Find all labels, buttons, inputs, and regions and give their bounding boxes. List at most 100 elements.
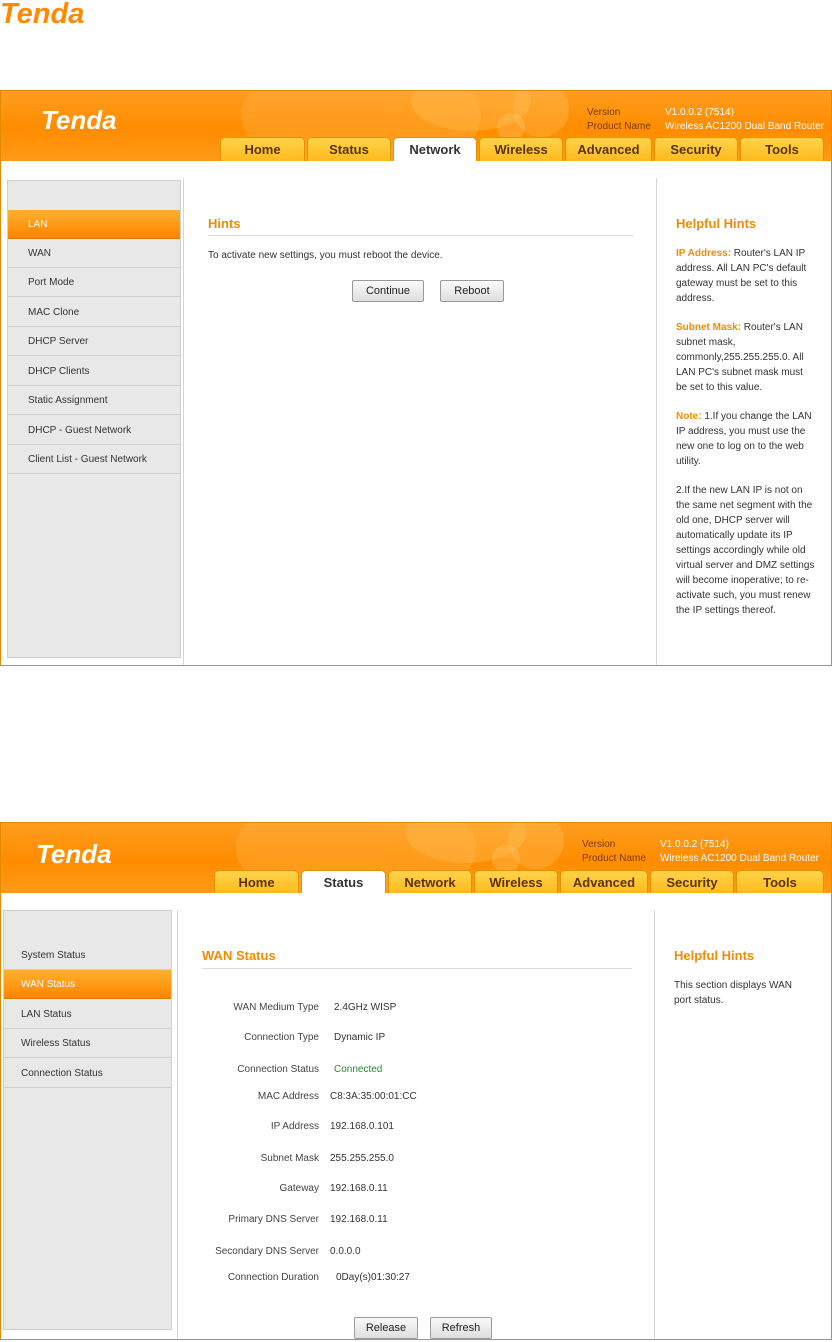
sidebar-item-lan[interactable]: LAN	[8, 210, 180, 239]
hint-subnet-mask: Subnet Mask: Router's LAN subnet mask, c…	[676, 320, 816, 395]
tab-status[interactable]: Status	[301, 870, 386, 893]
version-label: Version	[582, 839, 616, 850]
title-divider	[208, 235, 634, 236]
sidebar-item-label: Port Mode	[28, 277, 75, 288]
main-panel: Hints To activate new settings, you must…	[183, 178, 657, 665]
tab-advanced[interactable]: Advanced	[560, 870, 648, 893]
tenda-doc-logo: Tenda	[0, 0, 84, 28]
sidebar-item-mac-clone[interactable]: MAC Clone	[8, 298, 180, 327]
field-value: C8:3A:35:00:01:CC	[330, 1091, 417, 1102]
sidebar-item-lan-status[interactable]: LAN Status	[4, 1000, 171, 1029]
version-value: V1.0.0.2 (7514)	[665, 107, 734, 118]
version-label: Version	[587, 107, 621, 118]
tab-wireless[interactable]: Wireless	[479, 137, 563, 161]
field-value: 0Day(s)01:30:27	[336, 1272, 410, 1283]
field-value: 192.168.0.11	[330, 1214, 388, 1225]
field-value: 0.0.0.0	[330, 1246, 361, 1257]
sidebar-item-label: WAN	[28, 248, 51, 259]
sidebar-item-port-mode[interactable]: Port Mode	[8, 268, 180, 297]
field-label: WAN Medium Type	[233, 1002, 319, 1013]
field-value: 192.168.0.11	[330, 1183, 388, 1194]
page-title: WAN Status	[202, 948, 276, 963]
tab-security[interactable]: Security	[654, 137, 738, 161]
tab-tools[interactable]: Tools	[740, 137, 824, 161]
hint-body: 2.If the new LAN IP is not on the same n…	[676, 485, 815, 616]
header-banner: Tenda Version V1.0.0.2 (7514) Product Nam…	[1, 823, 831, 893]
field-label: MAC Address	[257, 1091, 319, 1102]
field-label: Primary DNS Server	[228, 1214, 319, 1225]
sidebar-item-wan-status[interactable]: WAN Status	[4, 970, 171, 999]
sidebar-item-wan[interactable]: WAN	[8, 239, 180, 268]
tab-advanced[interactable]: Advanced	[565, 137, 652, 161]
sidebar-item-label: System Status	[21, 950, 86, 961]
field-label: Gateway	[279, 1183, 319, 1194]
version-info: Version V1.0.0.2 (7514) Product Name Wirel…	[587, 106, 824, 134]
product-name-value: Wireless AC1200 Dual Band Router	[660, 853, 819, 864]
page-title: Hints	[208, 216, 241, 231]
version-value: V1.0.0.2 (7514)	[660, 839, 729, 850]
hints-title: Helpful Hints	[676, 216, 757, 231]
sidebar-item-label: Connection Status	[21, 1068, 103, 1079]
sidebar-item-dhcp-guest-network[interactable]: DHCP - Guest Network	[8, 416, 180, 445]
sidebar-item-connection-status[interactable]: Connection Status	[4, 1059, 171, 1088]
main-tabs: Home Status Network Wireless Advanced Se…	[214, 870, 826, 893]
sidebar-item-wireless-status[interactable]: Wireless Status	[4, 1029, 171, 1058]
refresh-button[interactable]: Refresh	[430, 1317, 492, 1339]
field-value: 192.168.0.101	[330, 1121, 394, 1132]
hints-text: This section displays WAN port status.	[674, 980, 792, 1006]
tab-security[interactable]: Security	[650, 870, 734, 893]
content-area: System Status WAN Status LAN Status Wire…	[1, 893, 831, 1339]
router-screenshot-wan-status: Tenda Version V1.0.0.2 (7514) Product Nam…	[0, 822, 832, 1340]
reboot-button[interactable]: Reboot	[440, 280, 504, 302]
sidebar-item-label: WAN Status	[21, 979, 76, 990]
sidebar-item-label: MAC Clone	[28, 307, 80, 318]
sidebar-item-label: LAN Status	[21, 1009, 72, 1020]
sidebar: LAN WAN Port Mode MAC Clone DHCP Server …	[7, 180, 181, 658]
field-label: IP Address	[270, 1121, 319, 1132]
sidebar-item-label: DHCP - Guest Network	[28, 425, 132, 436]
helpful-hints-panel: Helpful Hints IP Address: Router's LAN I…	[657, 178, 831, 665]
tenda-logo-text: Tenda	[36, 841, 112, 869]
tab-home[interactable]: Home	[220, 137, 305, 161]
router-screenshot-lan: Tenda Version V1.0.0.2 (7514) Product Nam…	[0, 90, 832, 666]
tenda-logo-text: Tenda	[41, 107, 117, 135]
sidebar-item-dhcp-clients[interactable]: DHCP Clients	[8, 357, 180, 386]
sidebar-item-system-status[interactable]: System Status	[4, 941, 171, 970]
sidebar: System Status WAN Status LAN Status Wire…	[3, 910, 172, 1330]
continue-button[interactable]: Continue	[352, 280, 424, 302]
main-tabs: Home Status Network Wireless Advanced Se…	[220, 137, 826, 161]
tenda-logo: Tenda	[36, 841, 112, 869]
sidebar-item-label: DHCP Server	[28, 336, 89, 347]
field-label: Connection Status	[237, 1064, 319, 1075]
field-label: Connection Duration	[227, 1272, 319, 1283]
tab-network[interactable]: Network	[393, 137, 477, 161]
title-divider	[202, 968, 632, 969]
sidebar-item-label: Static Assignment	[28, 395, 108, 406]
tab-home[interactable]: Home	[214, 870, 299, 893]
hints-title: Helpful Hints	[674, 948, 755, 963]
hints-text: IP Address: Router's LAN IP address. All…	[676, 246, 816, 632]
sidebar-item-client-list-guest-network[interactable]: Client List - Guest Network	[8, 445, 180, 474]
hint-label: Note:	[676, 411, 702, 422]
sidebar-item-label: DHCP Clients	[28, 366, 90, 377]
sidebar-item-label: Client List - Guest Network	[28, 454, 147, 465]
field-value: 2.4GHz WISP	[334, 1002, 397, 1013]
tab-wireless[interactable]: Wireless	[474, 870, 558, 893]
tab-tools[interactable]: Tools	[736, 870, 824, 893]
field-value: Dynamic IP	[334, 1032, 386, 1043]
hint-label: Subnet Mask:	[676, 322, 742, 333]
release-button[interactable]: Release	[354, 1317, 418, 1339]
tenda-doc-logo-text: Tenda	[0, 0, 84, 28]
sidebar-item-static-assignment[interactable]: Static Assignment	[8, 386, 180, 415]
hint-note: Note: 1.If you change the LAN IP address…	[676, 409, 816, 469]
product-name-label: Product Name	[587, 121, 651, 132]
sidebar-item-dhcp-server[interactable]: DHCP Server	[8, 327, 180, 356]
tab-network[interactable]: Network	[388, 870, 472, 893]
tab-status[interactable]: Status	[307, 137, 391, 161]
tenda-logo: Tenda	[41, 107, 117, 135]
field-value: 255.255.255.0	[330, 1153, 394, 1164]
reboot-message: To activate new settings, you must reboo…	[208, 250, 443, 261]
status-badge: Connected	[334, 1064, 383, 1075]
sidebar-item-label: LAN	[28, 219, 48, 230]
header-banner: Tenda Version V1.0.0.2 (7514) Product Nam…	[1, 91, 831, 161]
